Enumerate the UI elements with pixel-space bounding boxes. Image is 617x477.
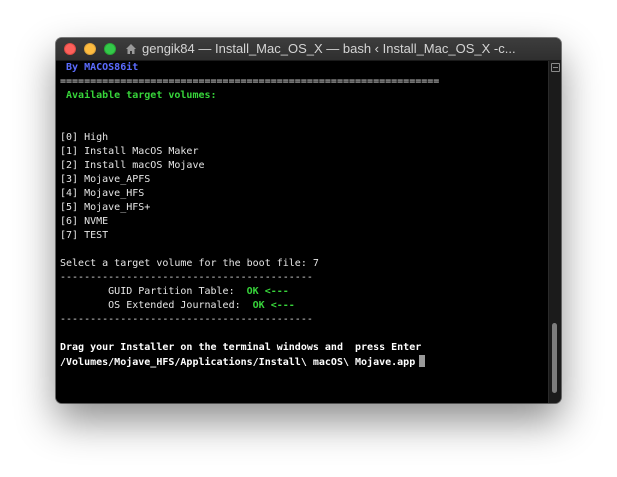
path-input[interactable]: /Volumes/Mojave_HFS/Applications/Install… (60, 357, 415, 368)
zoom-button[interactable] (104, 43, 116, 55)
available-volumes-header: Available target volumes: (60, 90, 217, 101)
minimize-button[interactable] (84, 43, 96, 55)
guid-status: OK <--- (246, 286, 289, 297)
os-label: OS Extended Journaled: (60, 300, 253, 311)
terminal-window: gengik84 — Install_Mac_OS_X — bash ‹ Ins… (56, 38, 561, 403)
split-pane-icon[interactable] (551, 63, 560, 72)
byline-text: By MACOS86it (60, 62, 139, 73)
volume-item: [5] Mojave_HFS+ (60, 202, 151, 213)
separator-long: ========================================… (60, 76, 440, 87)
guid-label: GUID Partition Table: (60, 286, 247, 297)
vertical-scrollbar[interactable] (548, 61, 561, 403)
volume-item: [7] TEST (60, 230, 109, 241)
input-line[interactable]: /Volumes/Mojave_HFS/Applications/Install… (60, 355, 549, 369)
os-status: OK <--- (252, 300, 295, 311)
volume-item: [0] High (60, 132, 109, 143)
volume-item: [4] Mojave_HFS (60, 188, 145, 199)
title-bar[interactable]: gengik84 — Install_Mac_OS_X — bash ‹ Ins… (56, 38, 561, 61)
os-check-line: OS Extended Journaled: OK <--- (60, 299, 549, 313)
volume-item: [2] Install macOS Mojave (60, 160, 205, 171)
drag-instruction: Drag your Installer on the terminal wind… (60, 342, 422, 353)
scroll-thumb[interactable] (552, 323, 557, 393)
window-title: gengik84 — Install_Mac_OS_X — bash ‹ Ins… (142, 41, 516, 56)
separator-short: ----------------------------------------… (60, 272, 313, 283)
close-button[interactable] (64, 43, 76, 55)
text-cursor (419, 355, 426, 367)
volume-item: [3] Mojave_APFS (60, 174, 151, 185)
select-prompt: Select a target volume for the boot file… (60, 258, 319, 269)
guid-check-line: GUID Partition Table: OK <--- (60, 285, 549, 299)
terminal-output[interactable]: By MACOS86it ===========================… (56, 61, 549, 403)
volume-item: [1] Install MacOS Maker (60, 146, 199, 157)
home-folder-icon (126, 44, 136, 54)
separator-short: ----------------------------------------… (60, 314, 313, 325)
volume-item: [6] NVME (60, 216, 109, 227)
